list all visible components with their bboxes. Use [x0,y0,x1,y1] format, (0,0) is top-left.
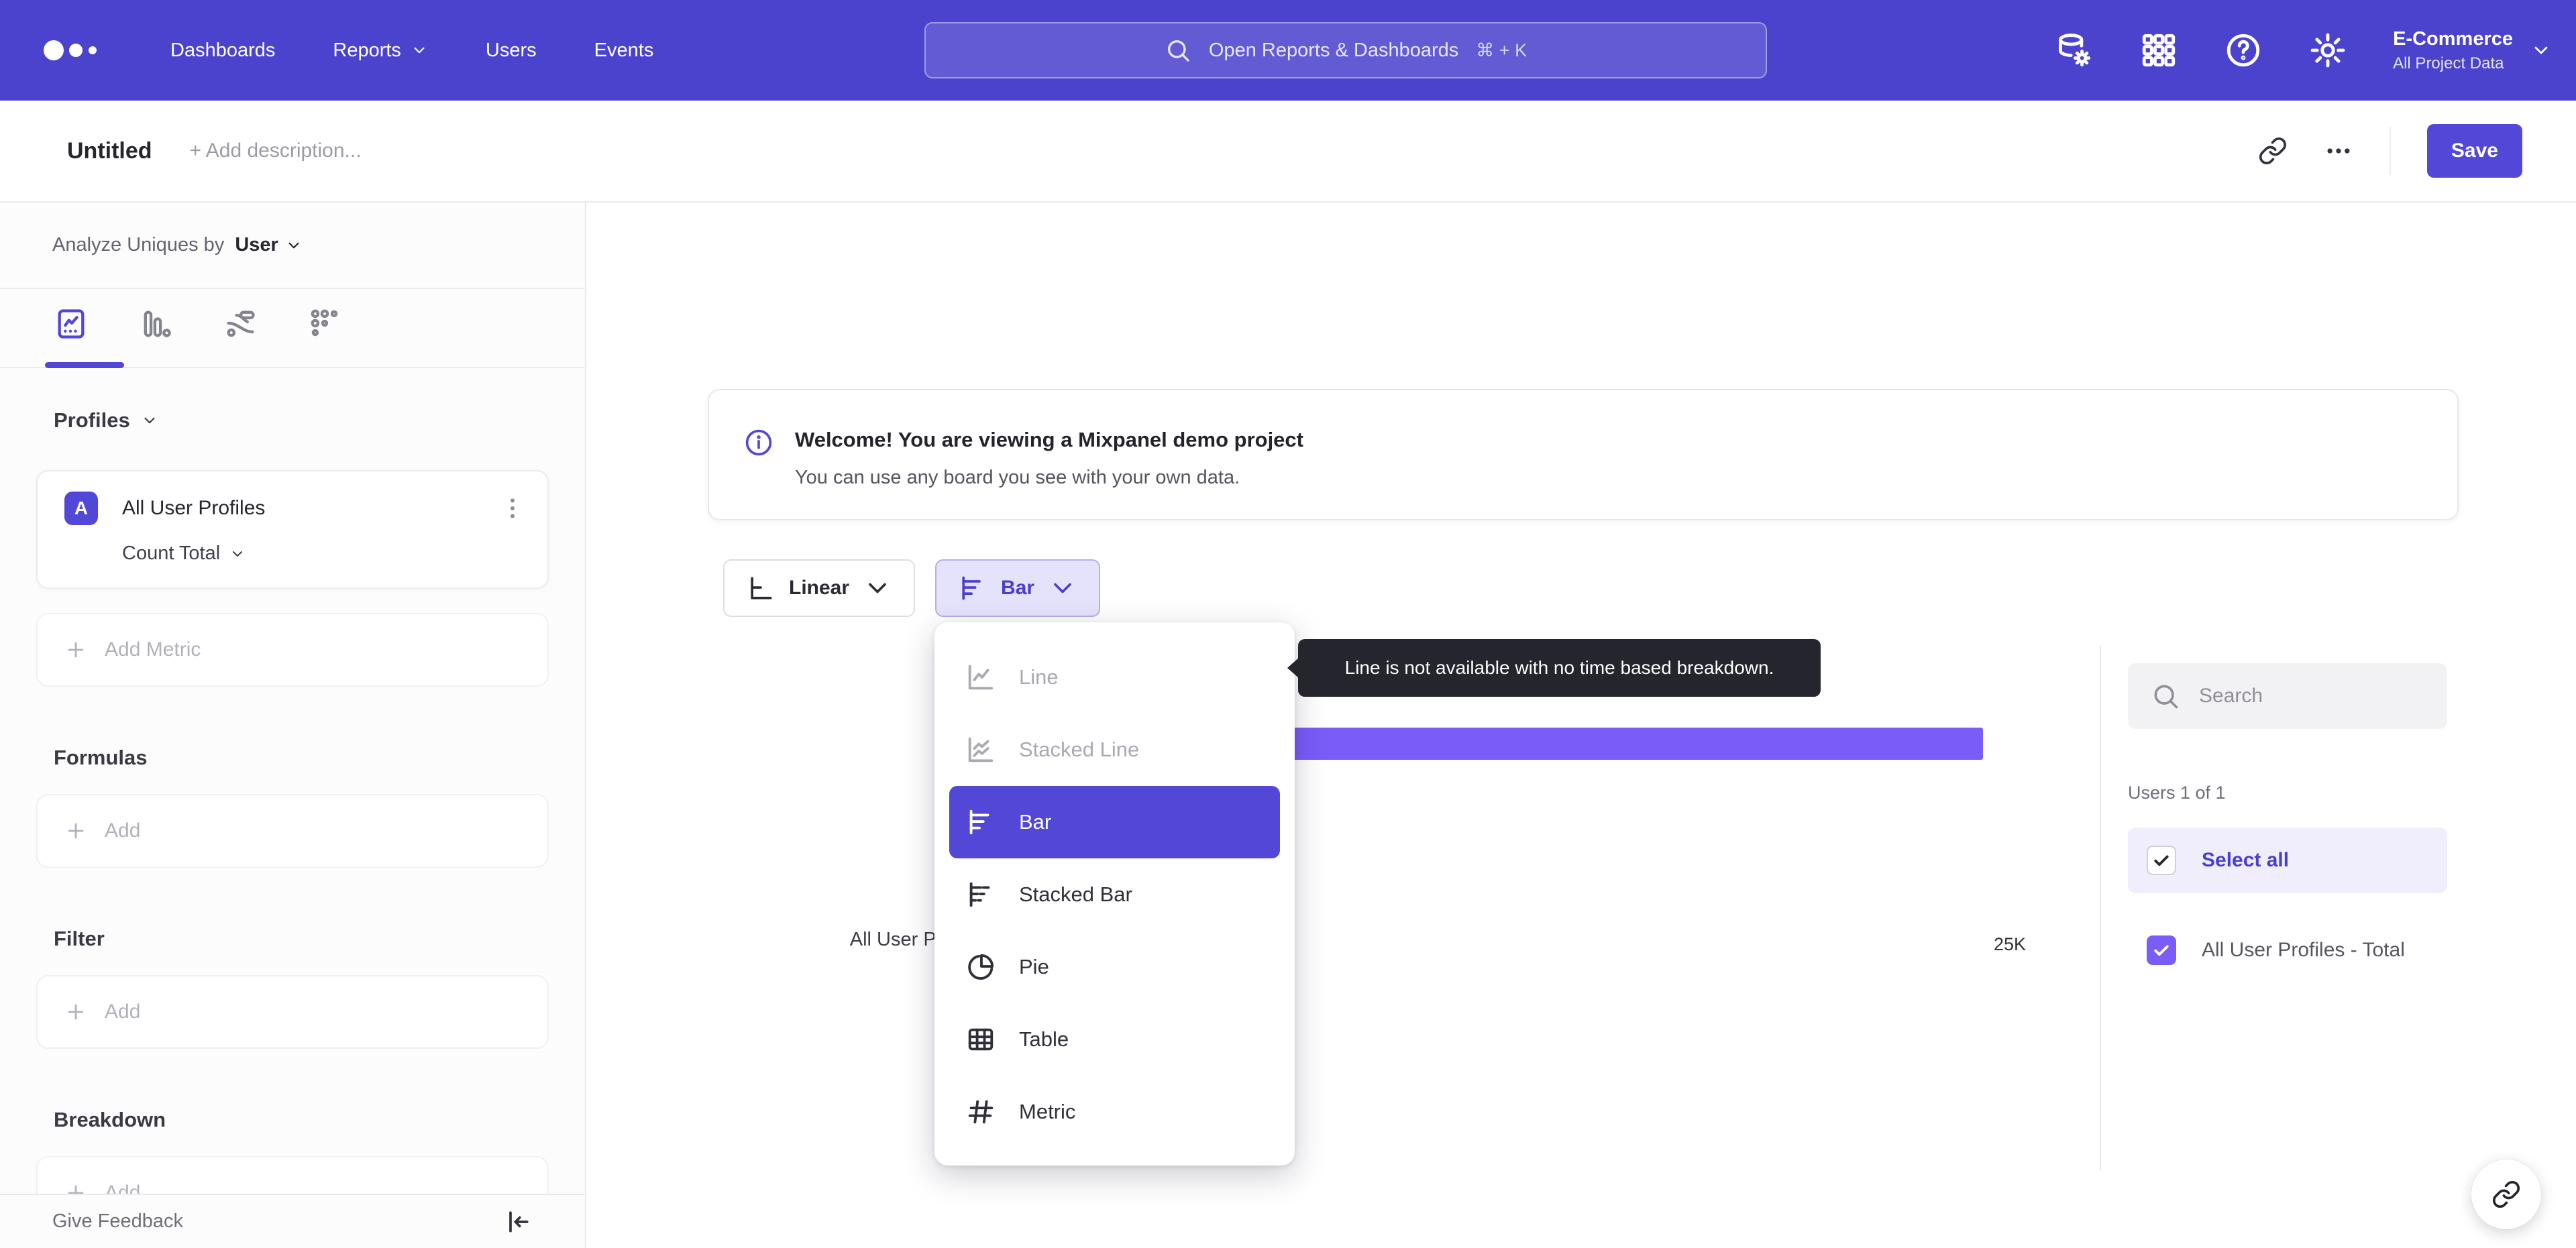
project-scope: All Project Data [2393,54,2504,72]
breakdown-section-heading: Breakdown [54,1108,166,1131]
add-metric-button[interactable]: Add Metric [36,613,549,687]
select-all-row[interactable]: Select all [2128,828,2447,893]
select-all-label: Select all [2202,849,2290,871]
query-sidebar: Analyze Uniques by User Profiles A All U… [0,203,586,1248]
legend-item-label: All User Profiles - Total [2202,939,2405,961]
nav-users[interactable]: Users [486,40,537,62]
legend-panel: Search Users 1 of 1 Select all All User … [2128,663,2447,983]
nav-reports[interactable]: Reports [333,40,428,62]
metric-card[interactable]: A All User Profiles Count Total [36,470,549,589]
top-nav: Dashboards Reports Users Events Open Rep… [0,0,2576,101]
banner-title: Welcome! You are viewing a Mixpanel demo… [795,428,1303,451]
search-placeholder: Open Reports & Dashboards [1208,39,1459,61]
dropdown-item-bar[interactable]: Bar [949,786,1280,858]
demo-banner: Welcome! You are viewing a Mixpanel demo… [708,389,2459,520]
select-all-checkbox[interactable] [2147,846,2176,875]
tab-retention[interactable] [307,306,342,368]
primary-nav: Dashboards Reports Users Events [170,40,653,62]
nav-right-cluster: E-Commerce All Project Data [2055,0,2552,101]
report-title[interactable]: Untitled [67,138,152,164]
chart-type-dropdown: Line Stacked Line Bar Stacked Bar Pie Ta… [934,622,1295,1166]
more-options-icon[interactable] [2324,136,2353,166]
sidebar-footer: Give Feedback [0,1194,585,1248]
dropdown-item-pie[interactable]: Pie [949,931,1280,1003]
dropdown-item-metric[interactable]: Metric [949,1076,1280,1148]
profiles-section-heading[interactable]: Profiles [36,408,549,433]
dropdown-item-stacked-line: Stacked Line [949,714,1280,786]
collapse-sidebar-icon[interactable] [503,1207,533,1237]
add-description-button[interactable]: + Add description... [190,139,362,162]
chevron-down-icon [869,583,886,593]
legend-search-placeholder: Search [2199,685,2263,707]
report-toolbar: Untitled + Add description... Save [0,101,2576,203]
nav-dashboards[interactable]: Dashboards [170,40,275,62]
metric-options-icon[interactable] [499,495,526,522]
legend-item-checkbox[interactable] [2147,935,2176,965]
banner-subtitle: You can use any board you see with your … [795,467,1240,488]
metric-badge: A [64,492,98,525]
chevron-down-icon [2530,40,2552,61]
metric-aggregation-selector[interactable]: Count Total [122,543,246,565]
report-type-tabs [0,289,585,368]
give-feedback-link[interactable]: Give Feedback [52,1210,183,1233]
tab-flows[interactable] [223,306,258,368]
filter-section-heading: Filter [54,927,105,950]
metric-name[interactable]: All User Profiles [122,497,265,520]
bar-value-label: 25K [1994,934,2027,954]
global-search-input[interactable]: Open Reports & Dashboards ⌘ + K [924,22,1767,78]
analyze-by-label: Analyze Uniques by [52,234,225,256]
tab-funnels[interactable] [138,306,173,368]
copy-link-icon[interactable] [2258,136,2288,166]
analyze-by-row: Analyze Uniques by User [0,203,585,289]
add-filter-button[interactable]: Add [36,975,549,1049]
scale-selector-button[interactable]: Linear [723,559,916,617]
dropdown-item-line: Line [949,641,1280,714]
chevron-down-icon [285,237,303,254]
report-canvas: Welcome! You are viewing a Mixpanel demo… [588,203,2576,1248]
search-shortcut: ⌘ + K [1476,40,1527,60]
legend-divider [2100,645,2101,1171]
toolbar-divider [2389,127,2391,175]
chart-type-selector-button[interactable]: Bar [935,559,1101,617]
mixpanel-app: Dashboards Reports Users Events Open Rep… [0,0,2576,1248]
line-disabled-tooltip: Line is not available with no time based… [1298,639,1821,697]
settings-gear-icon[interactable] [2308,31,2347,70]
info-icon [744,428,773,457]
data-management-icon[interactable] [2055,31,2094,70]
mixpanel-logo-icon[interactable] [39,34,106,67]
project-switcher[interactable]: E-Commerce All Project Data [2393,28,2552,73]
analyze-by-selector[interactable]: User [235,234,303,256]
dropdown-item-table[interactable]: Table [949,1003,1280,1076]
tab-insights[interactable] [45,306,124,368]
search-icon [1165,37,1191,64]
legend-search-input[interactable]: Search [2128,663,2447,729]
legend-count: Users 1 of 1 [2128,783,2226,803]
apps-grid-icon[interactable] [2139,31,2178,70]
chevron-down-icon [411,42,428,59]
help-icon[interactable] [2224,31,2263,70]
add-formula-button[interactable]: Add [36,794,549,868]
nav-events[interactable]: Events [594,40,654,62]
chart-controls: Linear Bar [723,559,1101,617]
share-link-fab[interactable] [2471,1159,2541,1229]
formulas-section-heading: Formulas [54,746,148,769]
chevron-down-icon [1054,583,1071,593]
project-name: E-Commerce [2393,27,2513,50]
legend-item-row[interactable]: All User Profiles - Total [2128,917,2447,983]
save-button[interactable]: Save [2426,124,2522,178]
chevron-down-icon [141,412,158,429]
chevron-down-icon [229,546,246,562]
dropdown-item-stacked-bar[interactable]: Stacked Bar [949,858,1280,931]
